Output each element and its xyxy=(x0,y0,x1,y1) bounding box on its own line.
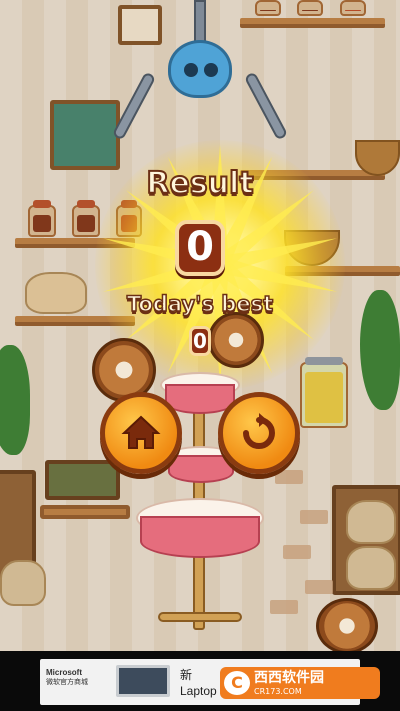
watermark-name: 西西软件园 xyxy=(254,670,324,686)
game-scene: Result 0 Today's best 0 xyxy=(0,0,400,651)
stand-base xyxy=(158,612,242,622)
microsoft-logo: Microsoft 微软官方商城 xyxy=(46,668,88,686)
laptop-image xyxy=(116,665,170,697)
donut-character xyxy=(316,598,378,651)
watermark-url: CR173.COM xyxy=(254,687,302,696)
best-score-value: 0 xyxy=(189,326,211,356)
result-title: Result xyxy=(145,165,254,202)
claw-eye xyxy=(184,63,198,77)
retry-button[interactable] xyxy=(218,392,300,474)
stand-skirt-bottom xyxy=(140,516,260,558)
score-value: 0 xyxy=(175,220,225,276)
stand-skirt-middle xyxy=(168,455,234,483)
watermark-logo-icon: C xyxy=(224,671,250,695)
claw-robot xyxy=(168,40,232,98)
donut-character xyxy=(208,312,264,368)
home-button[interactable] xyxy=(100,392,182,474)
home-icon xyxy=(121,415,161,449)
claw-eye xyxy=(204,63,218,77)
todays-best-label: Today's best xyxy=(126,291,274,317)
claw-rod xyxy=(194,0,206,44)
retry-icon xyxy=(243,413,275,449)
site-watermark: C 西西软件园 CR173.COM xyxy=(220,667,380,699)
